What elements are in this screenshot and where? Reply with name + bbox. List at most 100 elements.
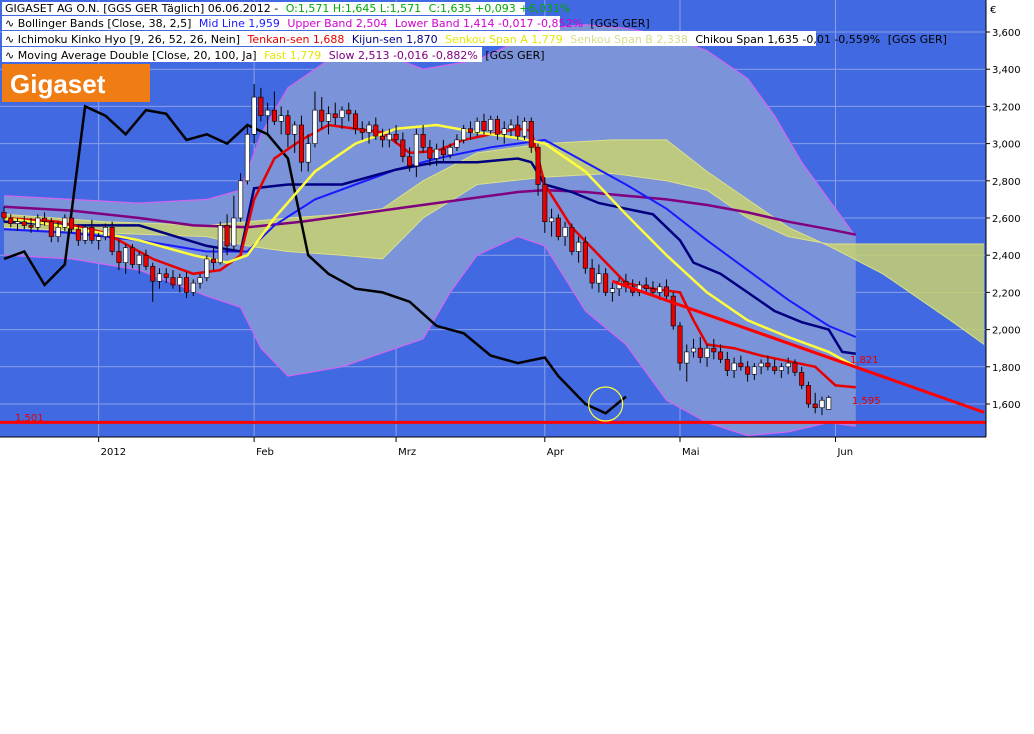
legend-close-change: C:1,635 +0,093 +6,031% — [429, 2, 571, 15]
candle-bullish — [366, 124, 372, 133]
currency-label: € — [990, 5, 996, 16]
candle-bearish — [528, 120, 534, 148]
candle-bullish — [413, 134, 419, 167]
logo-text: Gigaset — [10, 69, 106, 99]
candle-bearish — [515, 124, 521, 137]
candle-bullish — [501, 128, 507, 135]
candle-bullish — [292, 124, 298, 135]
candle-bearish — [792, 362, 798, 373]
candle-bearish — [400, 139, 406, 157]
candle-bullish — [325, 113, 331, 122]
candle-bullish — [508, 124, 514, 130]
candle-bullish — [549, 217, 555, 223]
trendline-value-label: 1,821 — [850, 355, 879, 366]
legend-bollinger-upper: Upper Band 2,504 — [287, 17, 387, 30]
candle-bullish — [691, 347, 697, 353]
legend-ohlc: O:1,571 H:1,645 L:1,571 — [286, 2, 421, 15]
candle-bearish — [711, 347, 717, 353]
candle-bullish — [434, 148, 440, 159]
candle-bearish — [555, 217, 561, 237]
candle-bullish — [217, 225, 223, 263]
candle-bullish — [265, 109, 271, 117]
indicator-glyph: ∿ — [5, 33, 14, 46]
candle-bullish — [136, 254, 142, 265]
candle-bullish — [657, 286, 663, 293]
candle-bearish — [677, 325, 683, 364]
candle-bearish — [353, 113, 359, 130]
candle-bullish — [562, 227, 568, 237]
candle-bearish — [8, 217, 14, 224]
candle-bullish — [785, 362, 791, 368]
candle-bullish — [55, 227, 61, 237]
legend-ichimoku-senkou-a: Senkou Span A 1,779 — [445, 33, 563, 46]
candle-bullish — [447, 147, 453, 156]
candle-bullish — [231, 217, 237, 247]
candle-bullish — [819, 399, 825, 409]
candle-bearish — [271, 109, 277, 122]
stock-chart: € 3,600 3,400 3,200 3,000 2,800 2,600 2,400 2,2… — [0, 0, 1034, 459]
candle-bullish — [488, 119, 494, 131]
candle-bearish — [373, 124, 379, 137]
candle-bearish — [799, 372, 805, 386]
legend-bollinger-tail: [GGS GER] — [590, 17, 649, 30]
candle-bullish — [177, 277, 183, 286]
candle-bearish — [440, 148, 446, 156]
candle-bullish — [156, 273, 162, 282]
candle-bearish — [467, 128, 473, 133]
legend-ichimoku-tenkan: Tenkan-sen 1,688 — [247, 33, 345, 46]
legend-ichimoku-tail: [GGS GER] — [888, 33, 947, 46]
candle-bearish — [738, 362, 744, 368]
candle-bearish — [224, 225, 230, 247]
candle-bullish — [102, 227, 108, 237]
time-tick-label: Mai — [682, 447, 700, 458]
candle-bullish — [339, 109, 345, 118]
candle-bearish — [109, 227, 115, 252]
legend-ichimoku-senkou-b: Senkou Span B 2,338 — [570, 33, 688, 46]
legend-symbol: GIGASET AG O.N. [GGS GER Täglich] 06.06.… — [5, 2, 278, 15]
candle-bullish — [312, 109, 318, 144]
indicator-glyph: ∿ — [5, 17, 14, 30]
price-tick-label: 3,000 — [992, 140, 1021, 151]
candle-bearish — [21, 221, 27, 226]
legend-ma-fast: Fast 1,779 — [264, 49, 321, 62]
candle-bearish — [346, 109, 352, 115]
candle-bearish — [582, 241, 588, 269]
candle-bearish — [569, 227, 575, 252]
candle-bullish — [251, 96, 257, 135]
legend-row-header: GIGASET AG O.N. [GGS GER Täglich] 06.06.… — [5, 2, 570, 15]
candle-bearish — [535, 147, 541, 185]
time-tick-label: 2012 — [101, 447, 126, 458]
price-tick-label: 2,200 — [992, 288, 1021, 299]
candle-bearish — [650, 288, 656, 293]
price-tick-label: 3,200 — [992, 102, 1021, 113]
candle-bullish — [596, 273, 602, 284]
candle-bearish — [393, 134, 399, 141]
price-tick-label: 2,000 — [992, 326, 1021, 337]
candle-bearish — [718, 351, 724, 360]
candle-bullish — [15, 221, 21, 224]
candle-bullish — [778, 366, 784, 371]
candle-bearish — [663, 286, 669, 297]
time-tick-label: Jun — [836, 447, 853, 458]
candle-bullish — [386, 134, 392, 141]
candle-bearish — [603, 273, 609, 293]
candle-bullish — [35, 217, 41, 228]
last-price-label: 1,595 — [852, 396, 881, 407]
candle-bearish — [170, 277, 176, 286]
candle-bullish — [238, 180, 244, 219]
candle-bullish — [123, 247, 129, 263]
candle-bearish — [724, 359, 730, 371]
candle-bearish — [1, 212, 7, 219]
price-tick-label: 1,600 — [992, 400, 1021, 411]
price-tick-label: 2,800 — [992, 177, 1021, 188]
price-tick-label: 3,600 — [992, 28, 1021, 39]
candle-bullish — [609, 288, 615, 293]
time-tick-label: Feb — [256, 447, 274, 458]
candle-bullish — [244, 134, 250, 182]
candle-bearish — [427, 147, 433, 159]
indicator-glyph: ∿ — [5, 49, 14, 62]
candle-bearish — [285, 115, 291, 135]
candle-bearish — [332, 113, 338, 118]
candle-bearish — [812, 403, 818, 409]
candle-bullish — [731, 362, 737, 371]
